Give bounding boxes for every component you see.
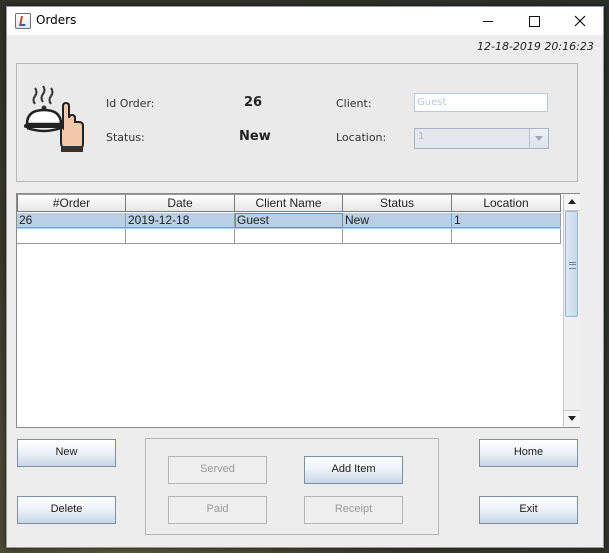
status-label: Status: bbox=[106, 131, 145, 144]
column-header-location[interactable]: Location bbox=[451, 194, 561, 212]
scroll-thumb[interactable] bbox=[565, 211, 578, 317]
cell-status[interactable]: New bbox=[343, 213, 452, 228]
java-coffee-icon bbox=[15, 13, 31, 29]
minimize-button[interactable] bbox=[465, 7, 511, 35]
orders-window: Orders 12-18-2019 20:16:23 Id Order: 26 … bbox=[6, 6, 604, 548]
location-selected-value: 1 bbox=[418, 131, 425, 142]
column-header-order[interactable]: #Order bbox=[17, 194, 126, 212]
table-header: #Order Date Client Name Status Location bbox=[17, 194, 561, 212]
column-header-status[interactable]: Status bbox=[342, 194, 452, 212]
cell-order[interactable] bbox=[17, 229, 126, 244]
scroll-up-icon[interactable] bbox=[564, 194, 580, 211]
vertical-scrollbar[interactable] bbox=[563, 194, 580, 427]
home-button[interactable]: Home bbox=[479, 439, 578, 467]
cell-status[interactable] bbox=[343, 229, 452, 244]
maximize-button[interactable] bbox=[511, 7, 557, 35]
cell-date[interactable]: 2019-12-18 bbox=[126, 213, 235, 228]
paid-button[interactable]: Paid bbox=[168, 496, 267, 524]
serving-cloche-hand-icon bbox=[24, 85, 84, 152]
chevron-down-icon[interactable] bbox=[529, 129, 548, 148]
title-bar[interactable]: Orders bbox=[7, 7, 603, 35]
minimize-icon bbox=[483, 20, 493, 22]
client-label: Client: bbox=[336, 97, 372, 110]
table-row[interactable]: 26 2019-12-18 Guest New 1 bbox=[17, 213, 561, 229]
window-title: Orders bbox=[36, 13, 77, 27]
location-dropdown[interactable]: 1 bbox=[414, 128, 549, 149]
delete-button[interactable]: Delete bbox=[17, 496, 116, 524]
add-item-button[interactable]: Add Item bbox=[304, 456, 403, 484]
column-header-date[interactable]: Date bbox=[125, 194, 235, 212]
new-button[interactable]: New bbox=[17, 439, 116, 467]
client-field[interactable]: Guest bbox=[414, 93, 548, 112]
table-row[interactable] bbox=[17, 229, 561, 245]
cell-location[interactable] bbox=[452, 229, 561, 244]
id-order-value: 26 bbox=[244, 95, 263, 110]
close-icon bbox=[574, 15, 586, 27]
receipt-button[interactable]: Receipt bbox=[304, 496, 403, 524]
grip-icon bbox=[569, 262, 576, 269]
id-order-label: Id Order: bbox=[106, 97, 155, 110]
cell-client-name[interactable]: Guest bbox=[235, 213, 343, 228]
exit-button[interactable]: Exit bbox=[479, 496, 578, 524]
cell-date[interactable] bbox=[126, 229, 235, 244]
scroll-down-icon[interactable] bbox=[564, 410, 580, 427]
cell-location[interactable]: 1 bbox=[452, 213, 561, 228]
order-info-panel: Id Order: 26 Status: New Client: Guest L… bbox=[16, 63, 578, 182]
close-button[interactable] bbox=[557, 7, 603, 35]
maximize-icon bbox=[528, 15, 540, 27]
cell-order[interactable]: 26 bbox=[17, 213, 126, 228]
served-button[interactable]: Served bbox=[168, 456, 267, 484]
cell-client-name[interactable] bbox=[235, 229, 343, 244]
orders-table: #Order Date Client Name Status Location … bbox=[16, 193, 580, 428]
location-label: Location: bbox=[336, 131, 387, 144]
timestamp: 12-18-2019 20:16:23 bbox=[477, 40, 594, 53]
column-header-client-name[interactable]: Client Name bbox=[234, 194, 343, 212]
order-actions-panel: Served Add Item Paid Receipt bbox=[145, 438, 439, 535]
status-value: New bbox=[239, 129, 271, 144]
